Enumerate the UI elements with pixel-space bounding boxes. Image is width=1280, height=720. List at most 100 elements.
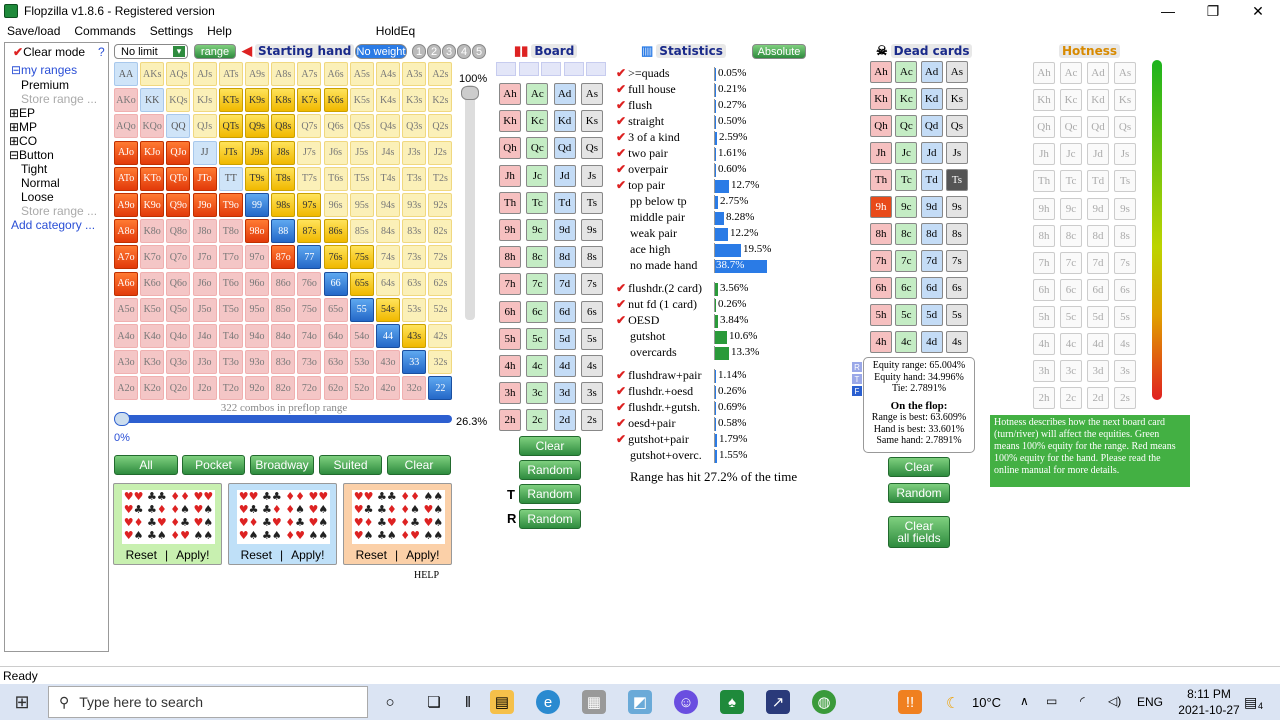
hand-cell[interactable]: 82o	[271, 376, 296, 401]
hand-cell[interactable]: 92o	[245, 376, 269, 401]
suited-range-button[interactable]: Suited	[319, 455, 382, 475]
hand-cell[interactable]: T9s	[245, 166, 269, 191]
dead-card[interactable]: 6d	[920, 277, 943, 299]
range-tree-item[interactable]: Store range ...	[21, 92, 97, 106]
board-card[interactable]: 8d	[553, 246, 576, 269]
range-vertical-slider-thumb[interactable]	[461, 86, 479, 100]
windows-start-icon[interactable]: ⊞	[10, 690, 34, 714]
hand-cell[interactable]: T9o	[218, 193, 243, 217]
dead-clear-button[interactable]: Clear	[888, 457, 950, 477]
all-range-button[interactable]: All	[114, 455, 178, 475]
board-card[interactable]: Qc	[526, 137, 549, 160]
dead-card[interactable]: Kh	[870, 88, 892, 110]
board-card[interactable]: 4h	[499, 355, 521, 377]
hand-cell[interactable]: 96s	[323, 193, 348, 217]
stat-row-label[interactable]: ✔ two pair	[616, 146, 668, 161]
hand-cell[interactable]: K3o	[140, 350, 165, 375]
board-card[interactable]: Jh	[499, 164, 521, 187]
stat-row-label[interactable]: ✔ flushdraw+pair	[616, 368, 701, 383]
board-card[interactable]: 8c	[526, 246, 549, 269]
hand-cell[interactable]: K5s	[349, 88, 374, 113]
stat-row-label[interactable]: no made hand	[630, 258, 697, 273]
clear-all-fields-button[interactable]: Clear all fields	[888, 516, 950, 548]
board-card[interactable]: Kd	[553, 110, 576, 133]
hand-cell[interactable]: J7o	[192, 245, 217, 270]
hand-cell[interactable]: 22	[428, 376, 453, 401]
range-tree-item[interactable]: ⊟Button	[9, 148, 54, 162]
hand-cell[interactable]: 95o	[245, 297, 269, 322]
hand-cell[interactable]: 43o	[376, 350, 400, 375]
board-card[interactable]: 6d	[553, 300, 576, 323]
dead-card[interactable]: Ac	[895, 61, 918, 83]
hand-cell[interactable]: J8o	[192, 219, 217, 244]
board-card[interactable]: Ah	[499, 83, 521, 105]
hand-cell[interactable]: 77	[297, 245, 322, 270]
stat-row-label[interactable]: ✔ flushdr.+gutsh.	[616, 400, 700, 415]
pocket-range-button[interactable]: Pocket	[182, 455, 245, 475]
dead-card[interactable]: 8d	[920, 223, 943, 245]
apply-button[interactable]: Apply!	[406, 548, 439, 562]
board-card[interactable]: 2c	[526, 409, 549, 432]
hand-cell[interactable]: J7s	[297, 140, 322, 165]
hand-cell[interactable]: 84o	[271, 324, 296, 348]
hand-cell[interactable]: A5o	[114, 297, 138, 322]
board-slot-4[interactable]	[563, 62, 584, 76]
hand-cell[interactable]: 53s	[402, 297, 427, 322]
apply-button[interactable]: Apply!	[291, 548, 324, 562]
weight-button-2[interactable]: 2	[427, 44, 441, 59]
stat-row-label[interactable]: ✔ gutshot+pair	[616, 432, 689, 447]
hand-cell[interactable]: T3o	[218, 350, 243, 375]
hand-cell[interactable]: K5o	[140, 297, 165, 322]
close-button[interactable]: ✕	[1235, 0, 1280, 22]
board-card[interactable]: Th	[499, 191, 521, 214]
turn-random-button[interactable]: Random	[519, 484, 581, 504]
help-question-link[interactable]: ?	[98, 45, 105, 59]
hand-cell[interactable]: 64s	[376, 271, 400, 296]
hand-cell[interactable]: K4o	[140, 324, 165, 348]
hand-cell[interactable]: J9s	[245, 140, 269, 165]
board-card[interactable]: Qh	[499, 137, 521, 160]
board-card[interactable]: Ts	[580, 191, 603, 214]
stat-row-label[interactable]: ✔ >=quads	[616, 66, 670, 81]
hand-cell[interactable]: T8o	[218, 219, 243, 244]
board-slot-2[interactable]	[518, 62, 539, 76]
language-indicator[interactable]: ENG	[1137, 695, 1163, 709]
hand-cell[interactable]: Q8s	[271, 114, 296, 139]
no-weight-button[interactable]: No weight	[355, 44, 407, 59]
board-card[interactable]: 8s	[580, 246, 603, 269]
hand-cell[interactable]: 53o	[349, 350, 374, 375]
hand-cell[interactable]: 75o	[297, 297, 322, 322]
range-tree-item[interactable]: ⊞MP	[9, 120, 37, 134]
hand-cell[interactable]: 83s	[402, 219, 427, 244]
absolute-button[interactable]: Absolute	[752, 44, 806, 59]
board-card[interactable]: Kc	[526, 110, 549, 133]
dead-card[interactable]: Qh	[870, 115, 892, 137]
clear-mode-toggle[interactable]: ✔Clear mode	[13, 45, 85, 59]
dead-card[interactable]: Th	[870, 169, 892, 191]
board-card[interactable]: Jc	[526, 164, 549, 187]
dead-card[interactable]: 8s	[945, 223, 968, 245]
hand-cell[interactable]: A6o	[114, 271, 138, 296]
dead-card[interactable]: Kd	[920, 88, 943, 110]
range-tree-item[interactable]: ⊞EP	[9, 106, 35, 120]
hand-cell[interactable]: A8s	[271, 62, 296, 86]
river-random-button[interactable]: Random	[519, 509, 581, 529]
range-tree-item[interactable]: ⊟my ranges	[11, 63, 77, 77]
hand-cell[interactable]: 44	[376, 324, 400, 348]
reset-button[interactable]: Reset	[241, 548, 272, 562]
hand-cell[interactable]: AJs	[192, 62, 217, 86]
hand-cell[interactable]: JTo	[192, 166, 217, 191]
hand-cell[interactable]: 83o	[271, 350, 296, 375]
board-slot-5[interactable]	[586, 62, 606, 76]
hand-cell[interactable]: TT	[218, 166, 243, 191]
dead-card[interactable]: 4c	[895, 331, 918, 353]
hand-cell[interactable]: 98o	[245, 219, 269, 244]
hand-cell[interactable]: T7o	[218, 245, 243, 270]
stat-row-label[interactable]: ✔ full house	[616, 82, 676, 97]
hand-cell[interactable]: T8s	[271, 166, 296, 191]
hand-cell[interactable]: AJo	[114, 140, 138, 165]
hand-cell[interactable]: AQs	[166, 62, 191, 86]
suit-combo-grid[interactable]: ♥♥ ♣♣ ♦♦ ♠♠ ♥♣ ♣♦ ♦♠ ♥♠ ♥♦ ♣♥ ♦♣ ♥♠ ♥♠ ♣…	[352, 490, 445, 544]
calculator-icon[interactable]: ▦	[582, 690, 606, 714]
hand-cell[interactable]: 42s	[428, 324, 453, 348]
